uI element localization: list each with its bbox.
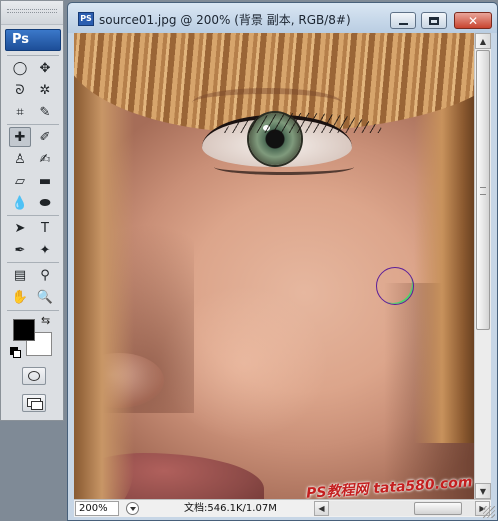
document-title: source01.jpg @ 200% (背景 副本, RGB/8#) (99, 13, 351, 27)
palette-grip[interactable] (1, 1, 63, 25)
status-bar: 200% 文档:546.1K/1.07M ◀ ▶ (74, 499, 491, 517)
quick-mask-icon (28, 371, 40, 381)
zoom-level-field[interactable]: 200% (75, 501, 119, 516)
move-tool-icon[interactable]: ✥ (34, 58, 56, 78)
minimize-icon (398, 22, 408, 25)
photoshop-logo[interactable]: Ps (5, 29, 61, 51)
slice-tool-icon[interactable]: ✎ (34, 102, 56, 122)
lasso-tool-icon[interactable]: ᘐ (9, 80, 31, 100)
default-colors-icon[interactable] (10, 347, 21, 358)
minimize-button[interactable] (390, 12, 416, 29)
tools-divider (7, 55, 59, 56)
document-icon: PS (78, 12, 94, 26)
history-brush-tool-icon[interactable]: ✍ (34, 149, 56, 169)
screen-mode-icon (27, 398, 43, 410)
brush-cursor (376, 267, 414, 305)
tools-divider (7, 262, 59, 263)
magic-wand-tool-icon[interactable]: ✲ (34, 80, 56, 100)
resize-grip-icon[interactable] (483, 506, 495, 518)
close-icon: ✕ (467, 13, 479, 28)
custom-shape-tool-icon[interactable]: ✦ (34, 240, 56, 260)
zoom-tool-icon[interactable]: 🔍 (34, 287, 56, 307)
vertical-scrollbar[interactable]: ▲ ▼ (474, 33, 491, 499)
document-titlebar[interactable]: PS source01.jpg @ 200% (背景 副本, RGB/8#) ✕ (68, 3, 497, 33)
hand-tool-icon[interactable]: ✋ (9, 287, 31, 307)
image-canvas[interactable]: PS教程网 tata580.com (74, 33, 474, 499)
brush-tool-icon[interactable]: ✐ (34, 127, 56, 147)
document-window: PS source01.jpg @ 200% (背景 副本, RGB/8#) ✕… (67, 2, 498, 521)
notes-tool-icon[interactable]: ▤ (9, 265, 31, 285)
tools-divider (7, 310, 59, 311)
tools-divider (7, 215, 59, 216)
status-menu-icon[interactable] (126, 502, 139, 515)
screen-mode-button[interactable] (22, 394, 46, 412)
scroll-down-arrow-icon[interactable]: ▼ (475, 483, 491, 499)
blur-tool-icon[interactable]: 💧 (9, 193, 31, 213)
photo-lower-eyeliner (214, 159, 354, 175)
pen-tool-icon[interactable]: ✒ (9, 240, 31, 260)
type-tool-icon[interactable]: T (34, 218, 56, 238)
scroll-up-arrow-icon[interactable]: ▲ (475, 33, 491, 49)
healing-brush-tool-icon[interactable]: ✚ (9, 127, 31, 147)
horizontal-scroll-thumb[interactable] (414, 502, 462, 515)
quick-mask-button[interactable] (22, 367, 46, 385)
path-selection-tool-icon[interactable]: ➤ (9, 218, 31, 238)
eyedropper-tool-icon[interactable]: ⚲ (34, 265, 56, 285)
maximize-button[interactable] (421, 12, 447, 29)
dodge-tool-icon[interactable]: ⬬ (34, 193, 56, 213)
clone-stamp-tool-icon[interactable]: ♙ (9, 149, 31, 169)
marquee-tool-icon[interactable]: ◯ (9, 58, 31, 78)
close-button[interactable]: ✕ (454, 12, 492, 29)
horizontal-scrollbar[interactable]: ◀ ▶ (314, 501, 490, 516)
tools-divider (7, 124, 59, 125)
eraser-tool-icon[interactable]: ▱ (9, 171, 31, 191)
swap-colors-icon[interactable]: ⇆ (41, 314, 50, 327)
scroll-left-arrow-icon[interactable]: ◀ (314, 501, 329, 516)
photoshop-workspace: Ps ◯ ✥ ᘐ ✲ ⌗ ✎ ✚ ✐ ♙ ✍ ▱ ▬ 💧 ⬬ ➤ T ✒ ✦ ▤… (0, 0, 498, 521)
gradient-tool-icon[interactable]: ▬ (34, 171, 56, 191)
foreground-color-swatch[interactable] (13, 319, 35, 341)
crop-tool-icon[interactable]: ⌗ (9, 102, 31, 122)
document-size-info: 文档:546.1K/1.07M (184, 503, 277, 514)
vertical-scroll-thumb[interactable] (476, 50, 490, 330)
tools-palette: Ps ◯ ✥ ᘐ ✲ ⌗ ✎ ✚ ✐ ♙ ✍ ▱ ▬ 💧 ⬬ ➤ T ✒ ✦ ▤… (0, 0, 64, 421)
maximize-icon (429, 16, 439, 25)
